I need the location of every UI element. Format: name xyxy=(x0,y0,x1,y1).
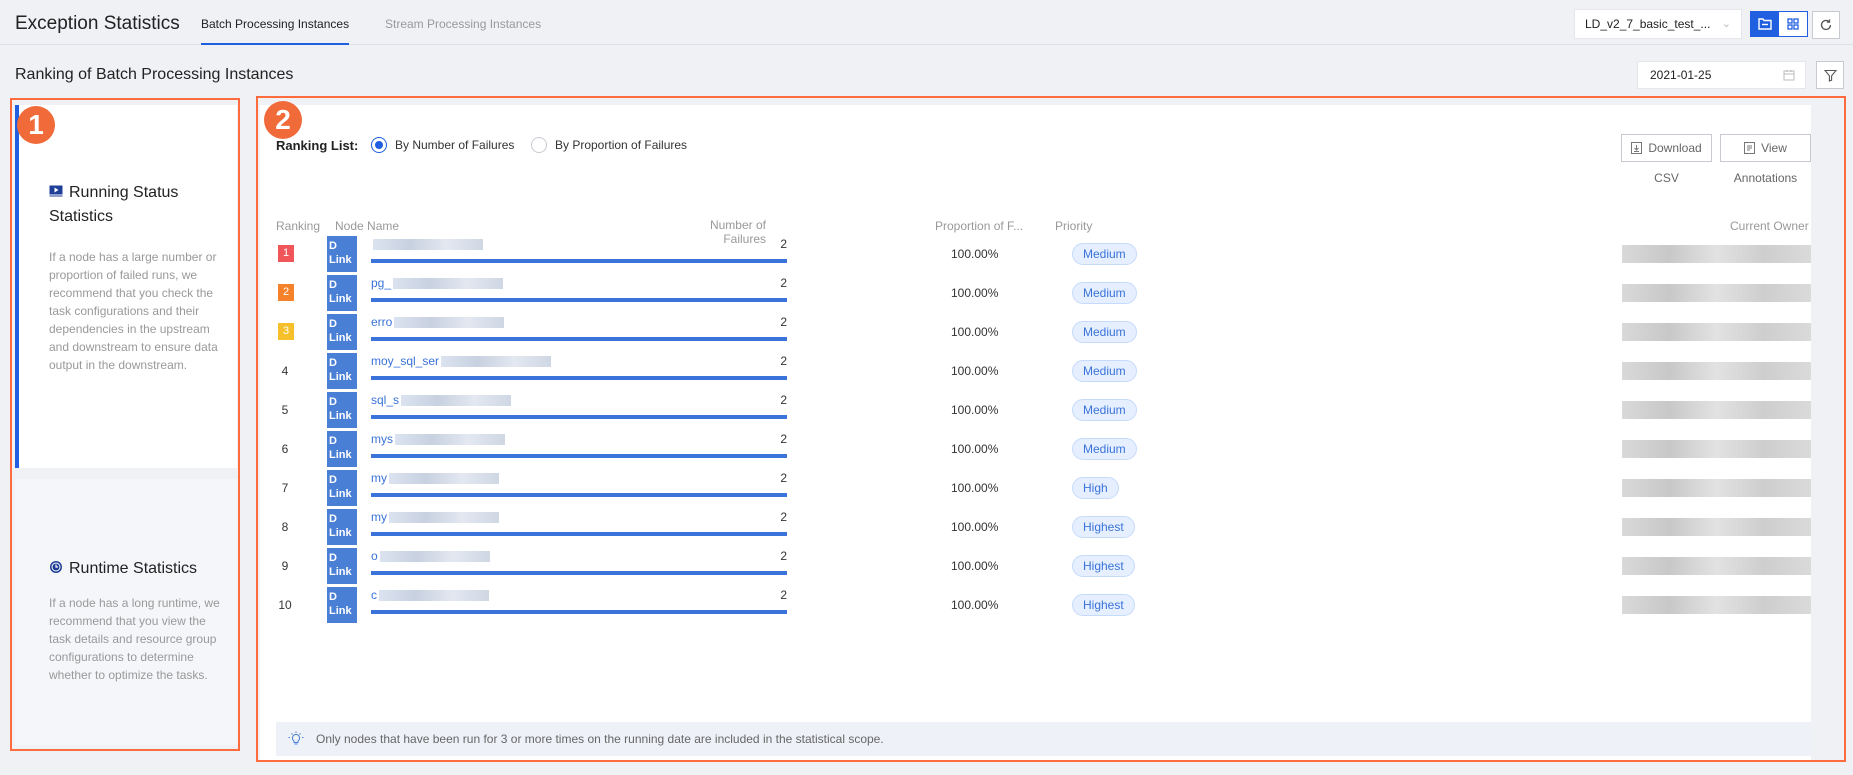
callout-marker-1: 1 xyxy=(17,106,55,144)
filter-icon xyxy=(1823,69,1837,82)
chevron-down-icon: ⌄ xyxy=(1721,18,1731,30)
refresh-button[interactable] xyxy=(1812,11,1840,39)
folder-view-button[interactable] xyxy=(1751,12,1779,36)
folder-icon xyxy=(1758,18,1772,30)
grid-view-button[interactable] xyxy=(1779,12,1807,36)
project-select-value: LD_v2_7_basic_test_... xyxy=(1585,17,1711,31)
refresh-icon xyxy=(1820,19,1832,31)
project-select[interactable]: LD_v2_7_basic_test_... ⌄ xyxy=(1574,9,1742,39)
callout-marker-2: 2 xyxy=(264,101,302,139)
callout-box-2 xyxy=(256,96,1846,762)
callout-box-1 xyxy=(10,98,240,751)
tab-batch-processing[interactable]: Batch Processing Instances xyxy=(201,17,350,45)
tab-stream-processing[interactable]: Stream Processing Instances xyxy=(385,17,541,45)
date-picker[interactable]: 2021-01-25 xyxy=(1637,61,1806,89)
calendar-icon xyxy=(1783,70,1795,81)
section-title: Ranking of Batch Processing Instances xyxy=(15,66,294,83)
view-toggle xyxy=(1750,11,1808,37)
filter-button[interactable] xyxy=(1816,61,1844,89)
app-title: Exception Statistics xyxy=(15,13,180,34)
date-value: 2021-01-25 xyxy=(1650,68,1712,82)
grid-icon xyxy=(1787,18,1799,30)
top-bar: Exception Statistics Batch Processing In… xyxy=(0,0,1853,45)
